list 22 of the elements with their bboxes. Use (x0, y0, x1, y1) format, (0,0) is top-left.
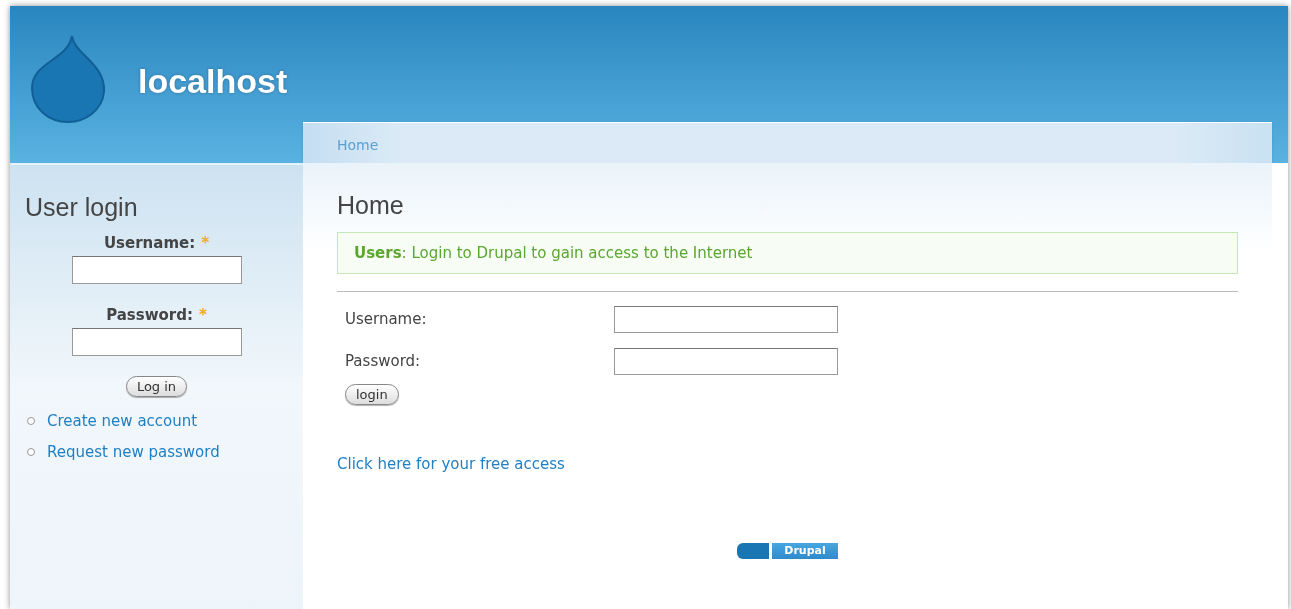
message-text: Users: Login to Drupal to gain access to the Internet (354, 244, 753, 262)
required-mark: * (201, 234, 210, 252)
field-label: Password: (106, 306, 193, 324)
required-mark: * (199, 306, 207, 324)
breadcrumb-link[interactable]: Home (337, 137, 379, 153)
input-field[interactable] (71, 328, 242, 356)
input-field[interactable] (614, 347, 838, 375)
field-label: Username: (345, 310, 428, 328)
site-name[interactable]: localhost (138, 62, 288, 101)
sidebar-link[interactable]: Create new account (47, 411, 198, 430)
bullet-icon (27, 416, 35, 425)
field-label: Username: (103, 234, 196, 252)
block-title: User login (25, 193, 139, 222)
input-field[interactable] (614, 305, 838, 333)
access-link[interactable]: Click here for your free access (337, 455, 565, 473)
field-label: Password: (345, 352, 422, 370)
login-button[interactable]: Log in (125, 376, 188, 397)
page-title: Home (337, 191, 405, 220)
input-field[interactable] (71, 256, 242, 284)
bullet-icon (27, 447, 35, 456)
login-button[interactable]: login (345, 384, 399, 405)
sidebar-link[interactable]: Request new password (47, 442, 220, 461)
